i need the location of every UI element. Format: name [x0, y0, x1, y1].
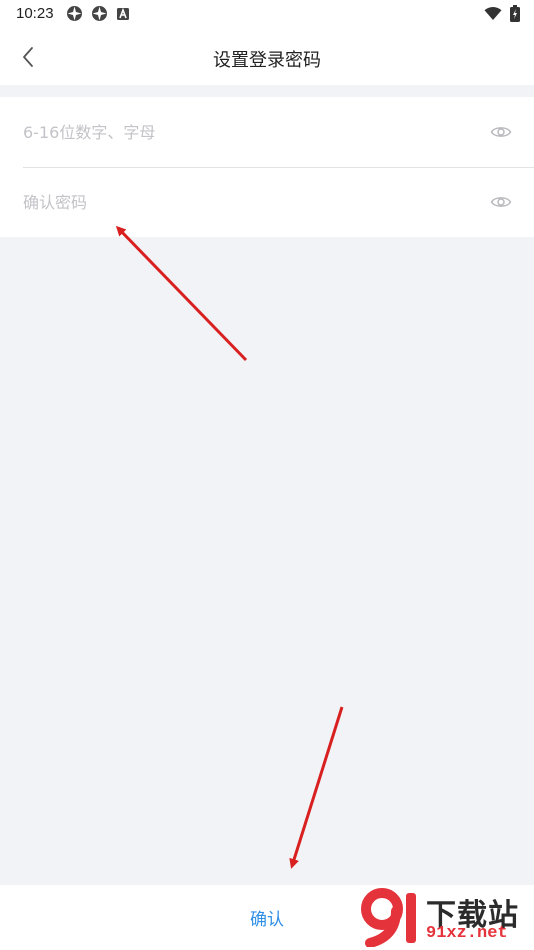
watermark-logo-icon: [361, 888, 416, 947]
header: 设置登录密码: [0, 30, 534, 85]
bottom-bar: 确认 下载站 91xz.net: [0, 885, 534, 950]
confirm-button[interactable]: 确认: [180, 899, 354, 935]
password-row: [0, 97, 534, 167]
eye-icon[interactable]: [490, 121, 512, 143]
password-input[interactable]: [23, 117, 463, 147]
password-form: [0, 97, 534, 237]
wifi-icon: [484, 7, 502, 20]
notification-icon: [117, 7, 129, 20]
confirm-password-row: [0, 167, 534, 237]
battery-icon: [510, 5, 520, 22]
app-icon: [92, 6, 107, 21]
page-title: 设置登录密码: [213, 50, 321, 71]
status-time: 10:23: [16, 5, 54, 22]
status-icons-left: [66, 5, 130, 22]
watermark-bottom-text: 91xz.net: [426, 924, 508, 943]
status-icons-right: [484, 5, 520, 22]
annotation-arrow: [115, 225, 248, 362]
status-bar: 10:23: [0, 0, 534, 30]
app-icon: [67, 6, 82, 21]
confirm-password-input[interactable]: [23, 187, 463, 217]
annotation-arrow: [289, 706, 344, 869]
eye-icon[interactable]: [490, 191, 512, 213]
watermark: 下载站 91xz.net: [360, 886, 532, 948]
